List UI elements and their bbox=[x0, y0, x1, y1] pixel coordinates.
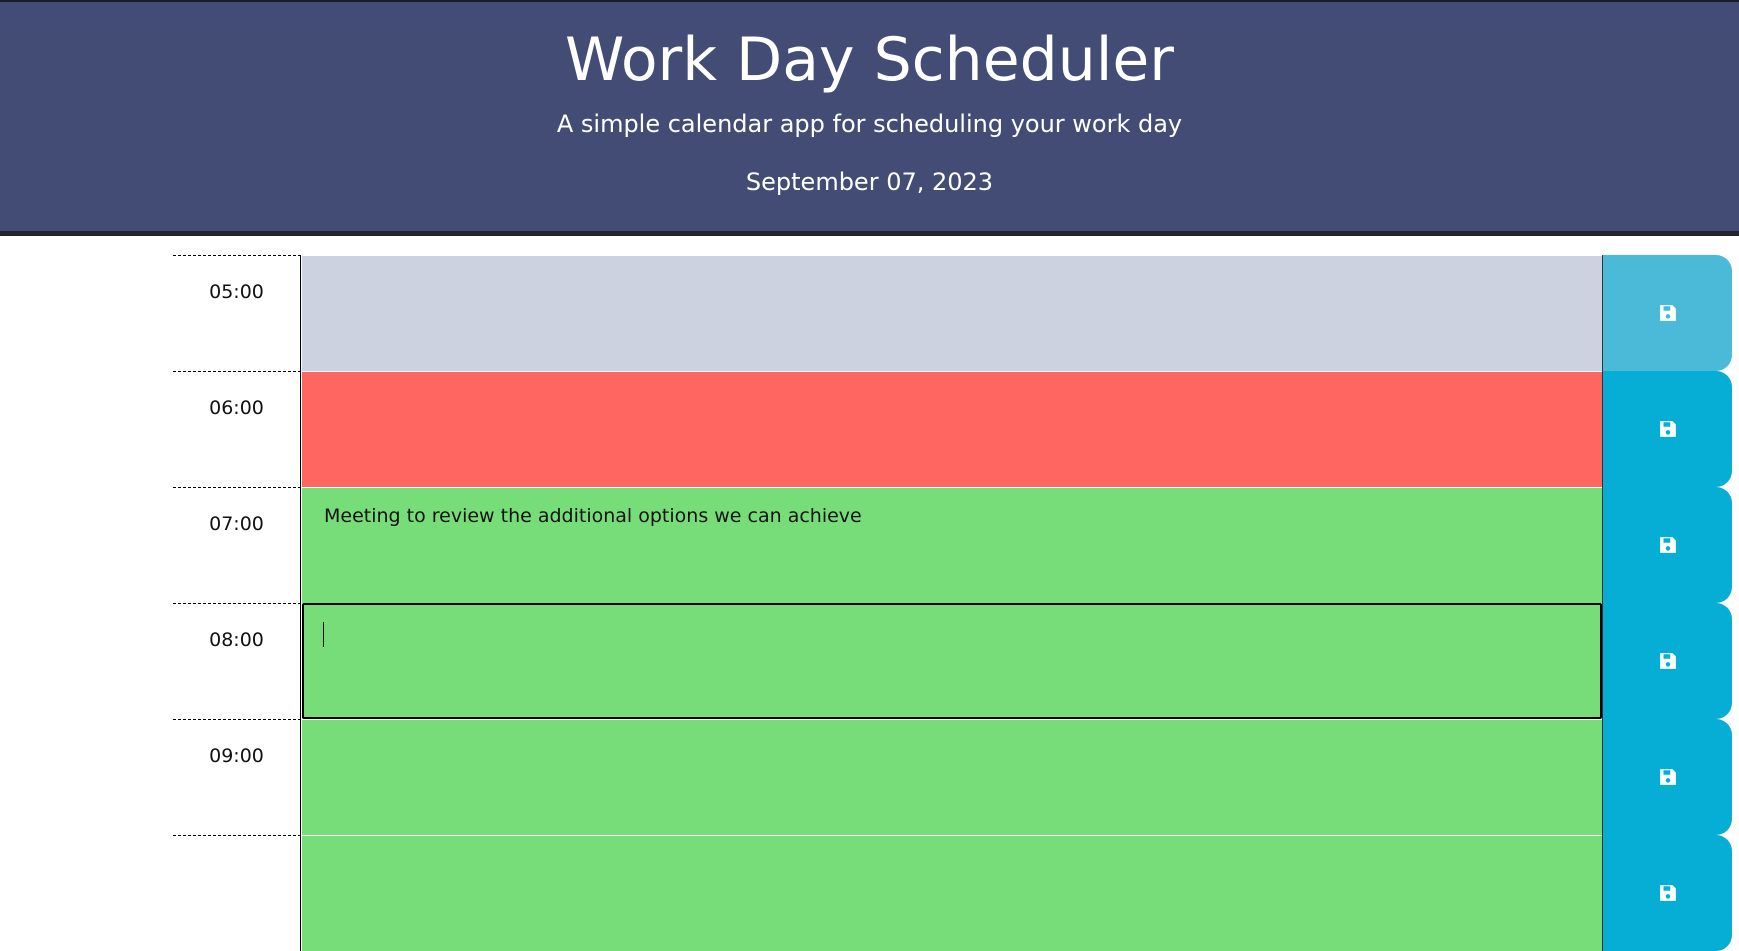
time-block-08: 08:00 bbox=[173, 603, 1732, 719]
save-icon bbox=[1660, 305, 1676, 321]
description-input[interactable] bbox=[302, 835, 1602, 951]
hour-label: 08:00 bbox=[173, 603, 301, 719]
time-block-06: 06:00 bbox=[173, 371, 1732, 487]
header: Work Day Scheduler A simple calendar app… bbox=[0, 0, 1739, 236]
save-button[interactable] bbox=[1602, 487, 1732, 603]
save-button[interactable] bbox=[1602, 835, 1732, 951]
description-input[interactable] bbox=[302, 255, 1602, 371]
hour-label: 06:00 bbox=[173, 371, 301, 487]
save-icon bbox=[1660, 421, 1676, 437]
save-button[interactable] bbox=[1602, 719, 1732, 835]
hour-label: 07:00 bbox=[173, 487, 301, 603]
page-subtitle: A simple calendar app for scheduling you… bbox=[556, 110, 1183, 138]
description-input[interactable] bbox=[302, 371, 1602, 487]
hour-label bbox=[173, 835, 301, 951]
save-button[interactable] bbox=[1602, 371, 1732, 487]
hour-label: 09:00 bbox=[173, 719, 301, 835]
save-icon bbox=[1660, 537, 1676, 553]
time-block-07: 07:00 Meeting to review the additional o… bbox=[173, 487, 1732, 603]
text-cursor bbox=[323, 622, 324, 647]
save-icon bbox=[1660, 885, 1676, 901]
save-button[interactable] bbox=[1602, 255, 1732, 371]
save-icon bbox=[1660, 769, 1676, 785]
current-date: September 07, 2023 bbox=[745, 168, 994, 196]
save-icon bbox=[1660, 653, 1676, 669]
time-block-10 bbox=[173, 835, 1732, 951]
hour-label: 05:00 bbox=[173, 255, 301, 371]
description-input[interactable] bbox=[302, 603, 1602, 719]
description-input[interactable] bbox=[302, 719, 1602, 835]
page-title: Work Day Scheduler bbox=[565, 25, 1174, 95]
time-block-09: 09:00 bbox=[173, 719, 1732, 835]
description-input[interactable]: Meeting to review the additional options… bbox=[302, 487, 1602, 603]
save-button[interactable] bbox=[1602, 603, 1732, 719]
time-block-05: 05:00 bbox=[173, 255, 1732, 371]
